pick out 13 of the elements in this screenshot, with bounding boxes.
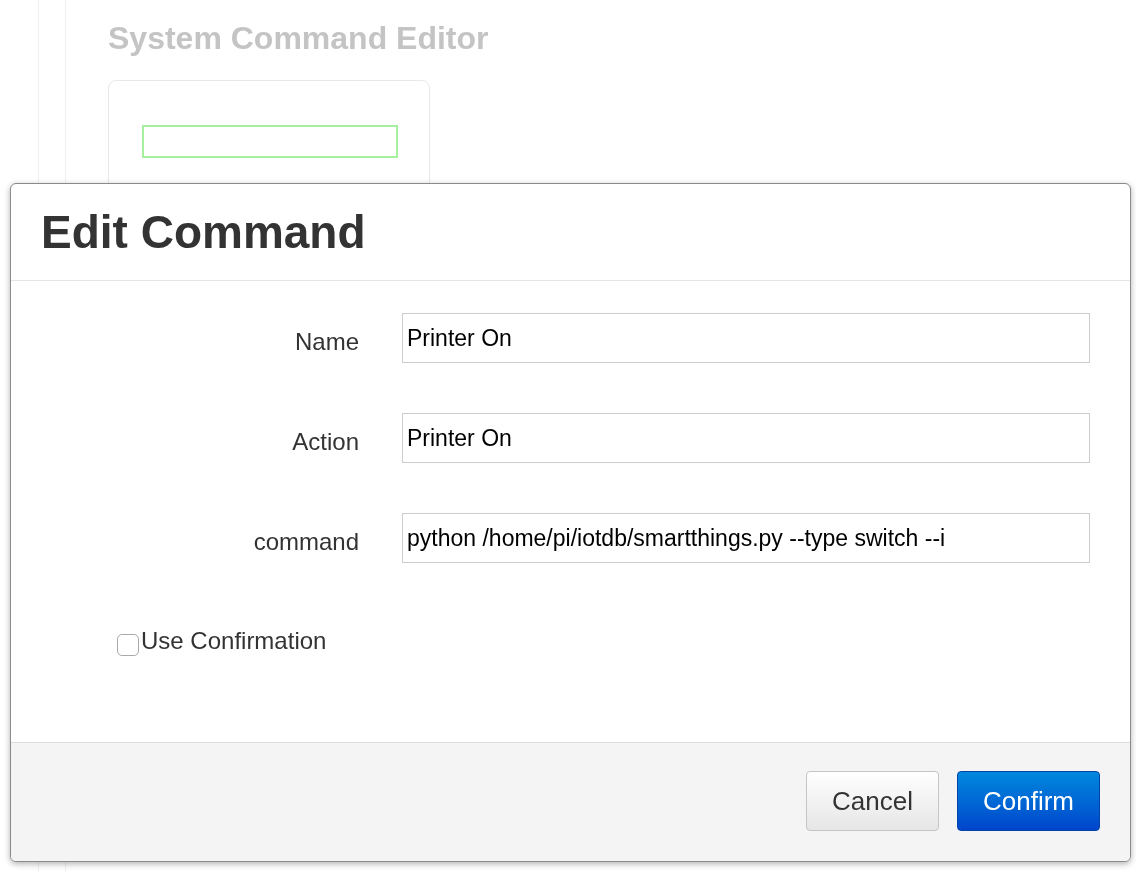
page-title: System Command Editor — [108, 20, 490, 56]
text-field[interactable]: python /home/pi/iotdb/smartthings.py --type switch --i — [402, 513, 1090, 563]
field-label: Action — [291, 427, 359, 457]
cancel-button[interactable]: Cancel — [806, 771, 939, 831]
field-label: Name — [293, 327, 359, 357]
text-field[interactable]: Printer On — [402, 313, 1090, 363]
text-field[interactable]: Printer On — [402, 413, 1090, 463]
checkbox[interactable] — [117, 634, 139, 656]
dialog-title: Edit Command — [41, 204, 366, 260]
confirm-button[interactable]: Confirm — [957, 771, 1100, 831]
checkbox-label: Use Confirmation — [141, 626, 327, 656]
input-field[interactable] — [142, 125, 398, 158]
field-label: command — [252, 527, 359, 557]
